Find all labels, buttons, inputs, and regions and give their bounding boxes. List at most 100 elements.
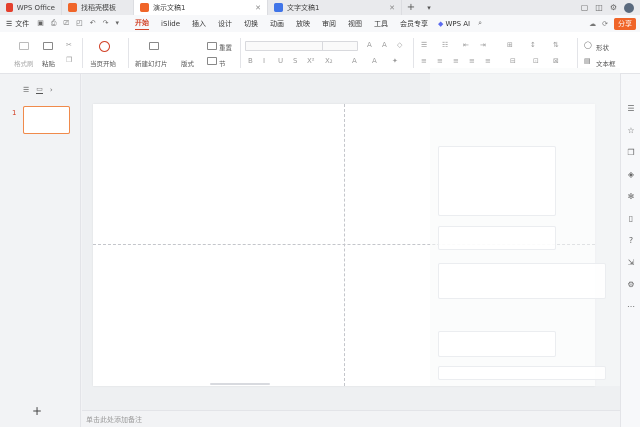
- copy-icon[interactable]: ❐: [66, 56, 72, 64]
- menu-review[interactable]: 审阅: [322, 19, 336, 29]
- reset-button[interactable]: 重置: [219, 42, 232, 52]
- textbox-button[interactable]: 文本框: [596, 58, 616, 68]
- sync-icon[interactable]: ⟳: [602, 20, 608, 28]
- tab-presentation[interactable]: 演示文稿1 ✕: [134, 0, 268, 15]
- align-right-icon[interactable]: ≡: [453, 57, 459, 65]
- menu-animation[interactable]: 动画: [270, 19, 284, 29]
- shape-icon[interactable]: ◯: [584, 41, 592, 49]
- italic-icon[interactable]: I: [263, 57, 265, 65]
- menu-slideshow[interactable]: 放映: [296, 19, 310, 29]
- textbox-icon[interactable]: ▤: [584, 57, 591, 65]
- convert-icon[interactable]: ⊠: [553, 57, 559, 65]
- horizontal-scrollbar[interactable]: [210, 383, 270, 385]
- tab-templates[interactable]: 找稻壳模板: [62, 0, 134, 15]
- format-painter-button[interactable]: 格式刷: [14, 58, 34, 68]
- print-icon[interactable]: ⎚: [64, 19, 70, 28]
- menu-insert[interactable]: 插入: [192, 19, 206, 29]
- redo-icon[interactable]: ↷: [103, 19, 109, 28]
- text-align-icon[interactable]: ⊟: [510, 57, 516, 65]
- note-icon[interactable]: ▯: [626, 214, 636, 224]
- export-icon[interactable]: ⇲: [626, 258, 636, 268]
- paste-icon[interactable]: [43, 42, 53, 50]
- new-slide-button[interactable]: 新建幻灯片: [135, 58, 168, 68]
- indent-decrease-icon[interactable]: ⇤: [463, 41, 469, 49]
- underline-icon[interactable]: U: [278, 57, 283, 65]
- smart-art-icon[interactable]: ⊡: [533, 57, 539, 65]
- play-from-current-button[interactable]: 当页开始: [90, 58, 116, 68]
- section-button[interactable]: 节: [219, 58, 226, 68]
- tab-document[interactable]: 文字文稿1 ✕: [268, 0, 402, 15]
- chevron-down-icon[interactable]: ▾: [420, 4, 438, 12]
- indent-increase-icon[interactable]: ⇥: [480, 41, 486, 49]
- avatar[interactable]: [624, 2, 634, 13]
- new-slide-icon[interactable]: [149, 42, 159, 50]
- align-left-icon[interactable]: ≡: [421, 57, 427, 65]
- highlight-icon[interactable]: A: [372, 57, 377, 65]
- star-icon[interactable]: ☆: [626, 126, 636, 136]
- decrease-font-icon[interactable]: A: [382, 41, 387, 49]
- menu-transition[interactable]: 切换: [244, 19, 258, 29]
- cut-icon[interactable]: ✂: [66, 41, 72, 49]
- font-color-icon[interactable]: A: [352, 57, 357, 65]
- numbered-list-icon[interactable]: ☷: [442, 41, 448, 49]
- justify-icon[interactable]: ≡: [469, 57, 475, 65]
- line-spacing-icon[interactable]: ↕: [530, 41, 536, 49]
- distribute-icon[interactable]: ≡: [485, 57, 491, 65]
- file-menu[interactable]: ☰ 文件: [6, 19, 29, 29]
- layout-button[interactable]: 版式: [181, 58, 194, 68]
- shape-icon[interactable]: ◈: [626, 170, 636, 180]
- text-effect-icon[interactable]: ✦: [392, 57, 398, 65]
- layout-icon[interactable]: ◫: [595, 3, 603, 12]
- bold-icon[interactable]: B: [248, 57, 253, 65]
- menu-member[interactable]: 会员专享: [400, 19, 428, 29]
- play-icon[interactable]: [99, 41, 110, 52]
- cloud-icon[interactable]: ☁: [589, 20, 596, 28]
- collapse-panel-icon[interactable]: ›: [50, 86, 53, 94]
- increase-font-icon[interactable]: A: [367, 41, 372, 49]
- superscript-icon[interactable]: X²: [307, 57, 315, 65]
- slide-thumbnail[interactable]: [23, 106, 70, 134]
- outline-view-icon[interactable]: ☰: [23, 86, 29, 94]
- undo-icon[interactable]: ↶: [90, 19, 96, 28]
- wps-ai-button[interactable]: ◆ WPS AI: [438, 20, 470, 28]
- animation-icon[interactable]: ✻: [626, 192, 636, 202]
- clear-format-icon[interactable]: ◇: [397, 41, 402, 49]
- tab-wps-office[interactable]: WPS Office: [0, 0, 62, 15]
- menu-view[interactable]: 视图: [348, 19, 362, 29]
- bullet-list-icon[interactable]: ☰: [421, 41, 427, 49]
- close-icon[interactable]: ✕: [255, 4, 261, 12]
- save-icon[interactable]: ▣: [37, 19, 44, 28]
- help-icon[interactable]: ?: [626, 236, 636, 246]
- align-center-icon[interactable]: ≡: [437, 57, 443, 65]
- search-icon[interactable]: ⌕: [478, 19, 482, 28]
- subscript-icon[interactable]: X₂: [325, 57, 333, 65]
- paste-button[interactable]: 粘贴: [42, 58, 55, 68]
- new-tab-icon[interactable]: +: [402, 2, 420, 13]
- menu-design[interactable]: 设计: [218, 19, 232, 29]
- share-button[interactable]: 分享: [614, 17, 636, 30]
- menu-islide[interactable]: iSlide: [161, 20, 180, 28]
- more-icon[interactable]: ⋯: [626, 302, 636, 312]
- export-icon[interactable]: ⎙: [51, 19, 57, 28]
- strikethrough-icon[interactable]: S: [293, 57, 297, 65]
- notes-area[interactable]: 单击此处添加备注: [82, 410, 620, 427]
- close-icon[interactable]: ✕: [389, 4, 395, 12]
- settings-icon[interactable]: ⚙: [626, 280, 636, 290]
- section-icon[interactable]: [207, 57, 217, 65]
- thumbnail-view-icon[interactable]: ▭: [36, 85, 43, 94]
- reset-icon[interactable]: [207, 42, 217, 50]
- window-icon[interactable]: ▢: [581, 3, 589, 12]
- columns-icon[interactable]: ⊞: [507, 41, 513, 49]
- menu-icon[interactable]: ☰: [626, 104, 636, 114]
- font-size-select[interactable]: [322, 41, 358, 51]
- menu-tools[interactable]: 工具: [374, 19, 388, 29]
- copy-icon[interactable]: ❐: [626, 148, 636, 158]
- shape-button[interactable]: 形状: [596, 42, 609, 52]
- menu-home[interactable]: 开始: [135, 18, 150, 30]
- more-icon[interactable]: ▾: [116, 19, 120, 28]
- text-direction-icon[interactable]: ⇅: [553, 41, 559, 49]
- settings-icon[interactable]: ⚙: [610, 3, 617, 12]
- format-painter-icon[interactable]: [19, 42, 29, 50]
- preview-icon[interactable]: ◰: [76, 19, 83, 28]
- add-slide-button[interactable]: +: [32, 404, 42, 418]
